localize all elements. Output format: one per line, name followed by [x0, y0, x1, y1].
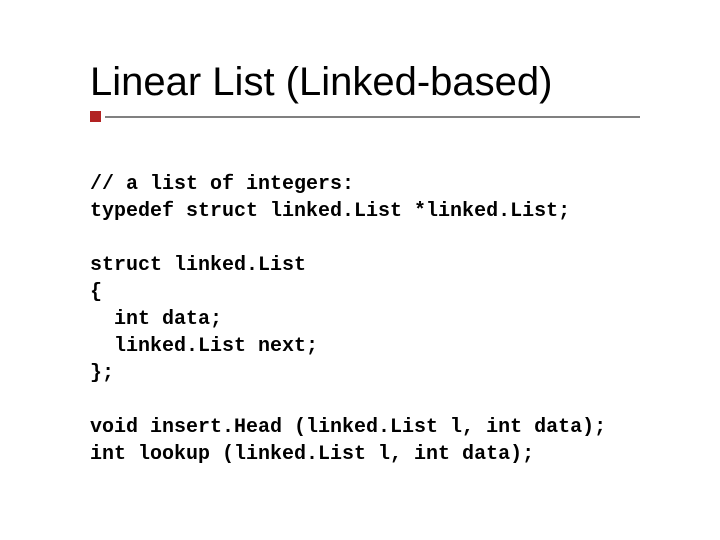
- code-line: int lookup (linked.List l, int data);: [90, 443, 534, 466]
- bullet-icon: [90, 111, 101, 122]
- code-line: typedef struct linked.List *linked.List;: [90, 200, 570, 223]
- slide-title: Linear List (Linked-based): [90, 60, 640, 105]
- title-underline: [90, 111, 640, 122]
- slide: Linear List (Linked-based) // a list of …: [0, 0, 720, 540]
- code-block: // a list of integers: typedef struct li…: [90, 144, 640, 495]
- code-line: void insert.Head (linked.List l, int dat…: [90, 416, 606, 439]
- code-line: int data;: [90, 308, 222, 331]
- code-line: linked.List next;: [90, 335, 318, 358]
- code-line: // a list of integers:: [90, 173, 354, 196]
- code-line: struct linked.List: [90, 254, 306, 277]
- code-line: {: [90, 281, 102, 304]
- code-line: };: [90, 362, 114, 385]
- divider-line: [105, 116, 640, 118]
